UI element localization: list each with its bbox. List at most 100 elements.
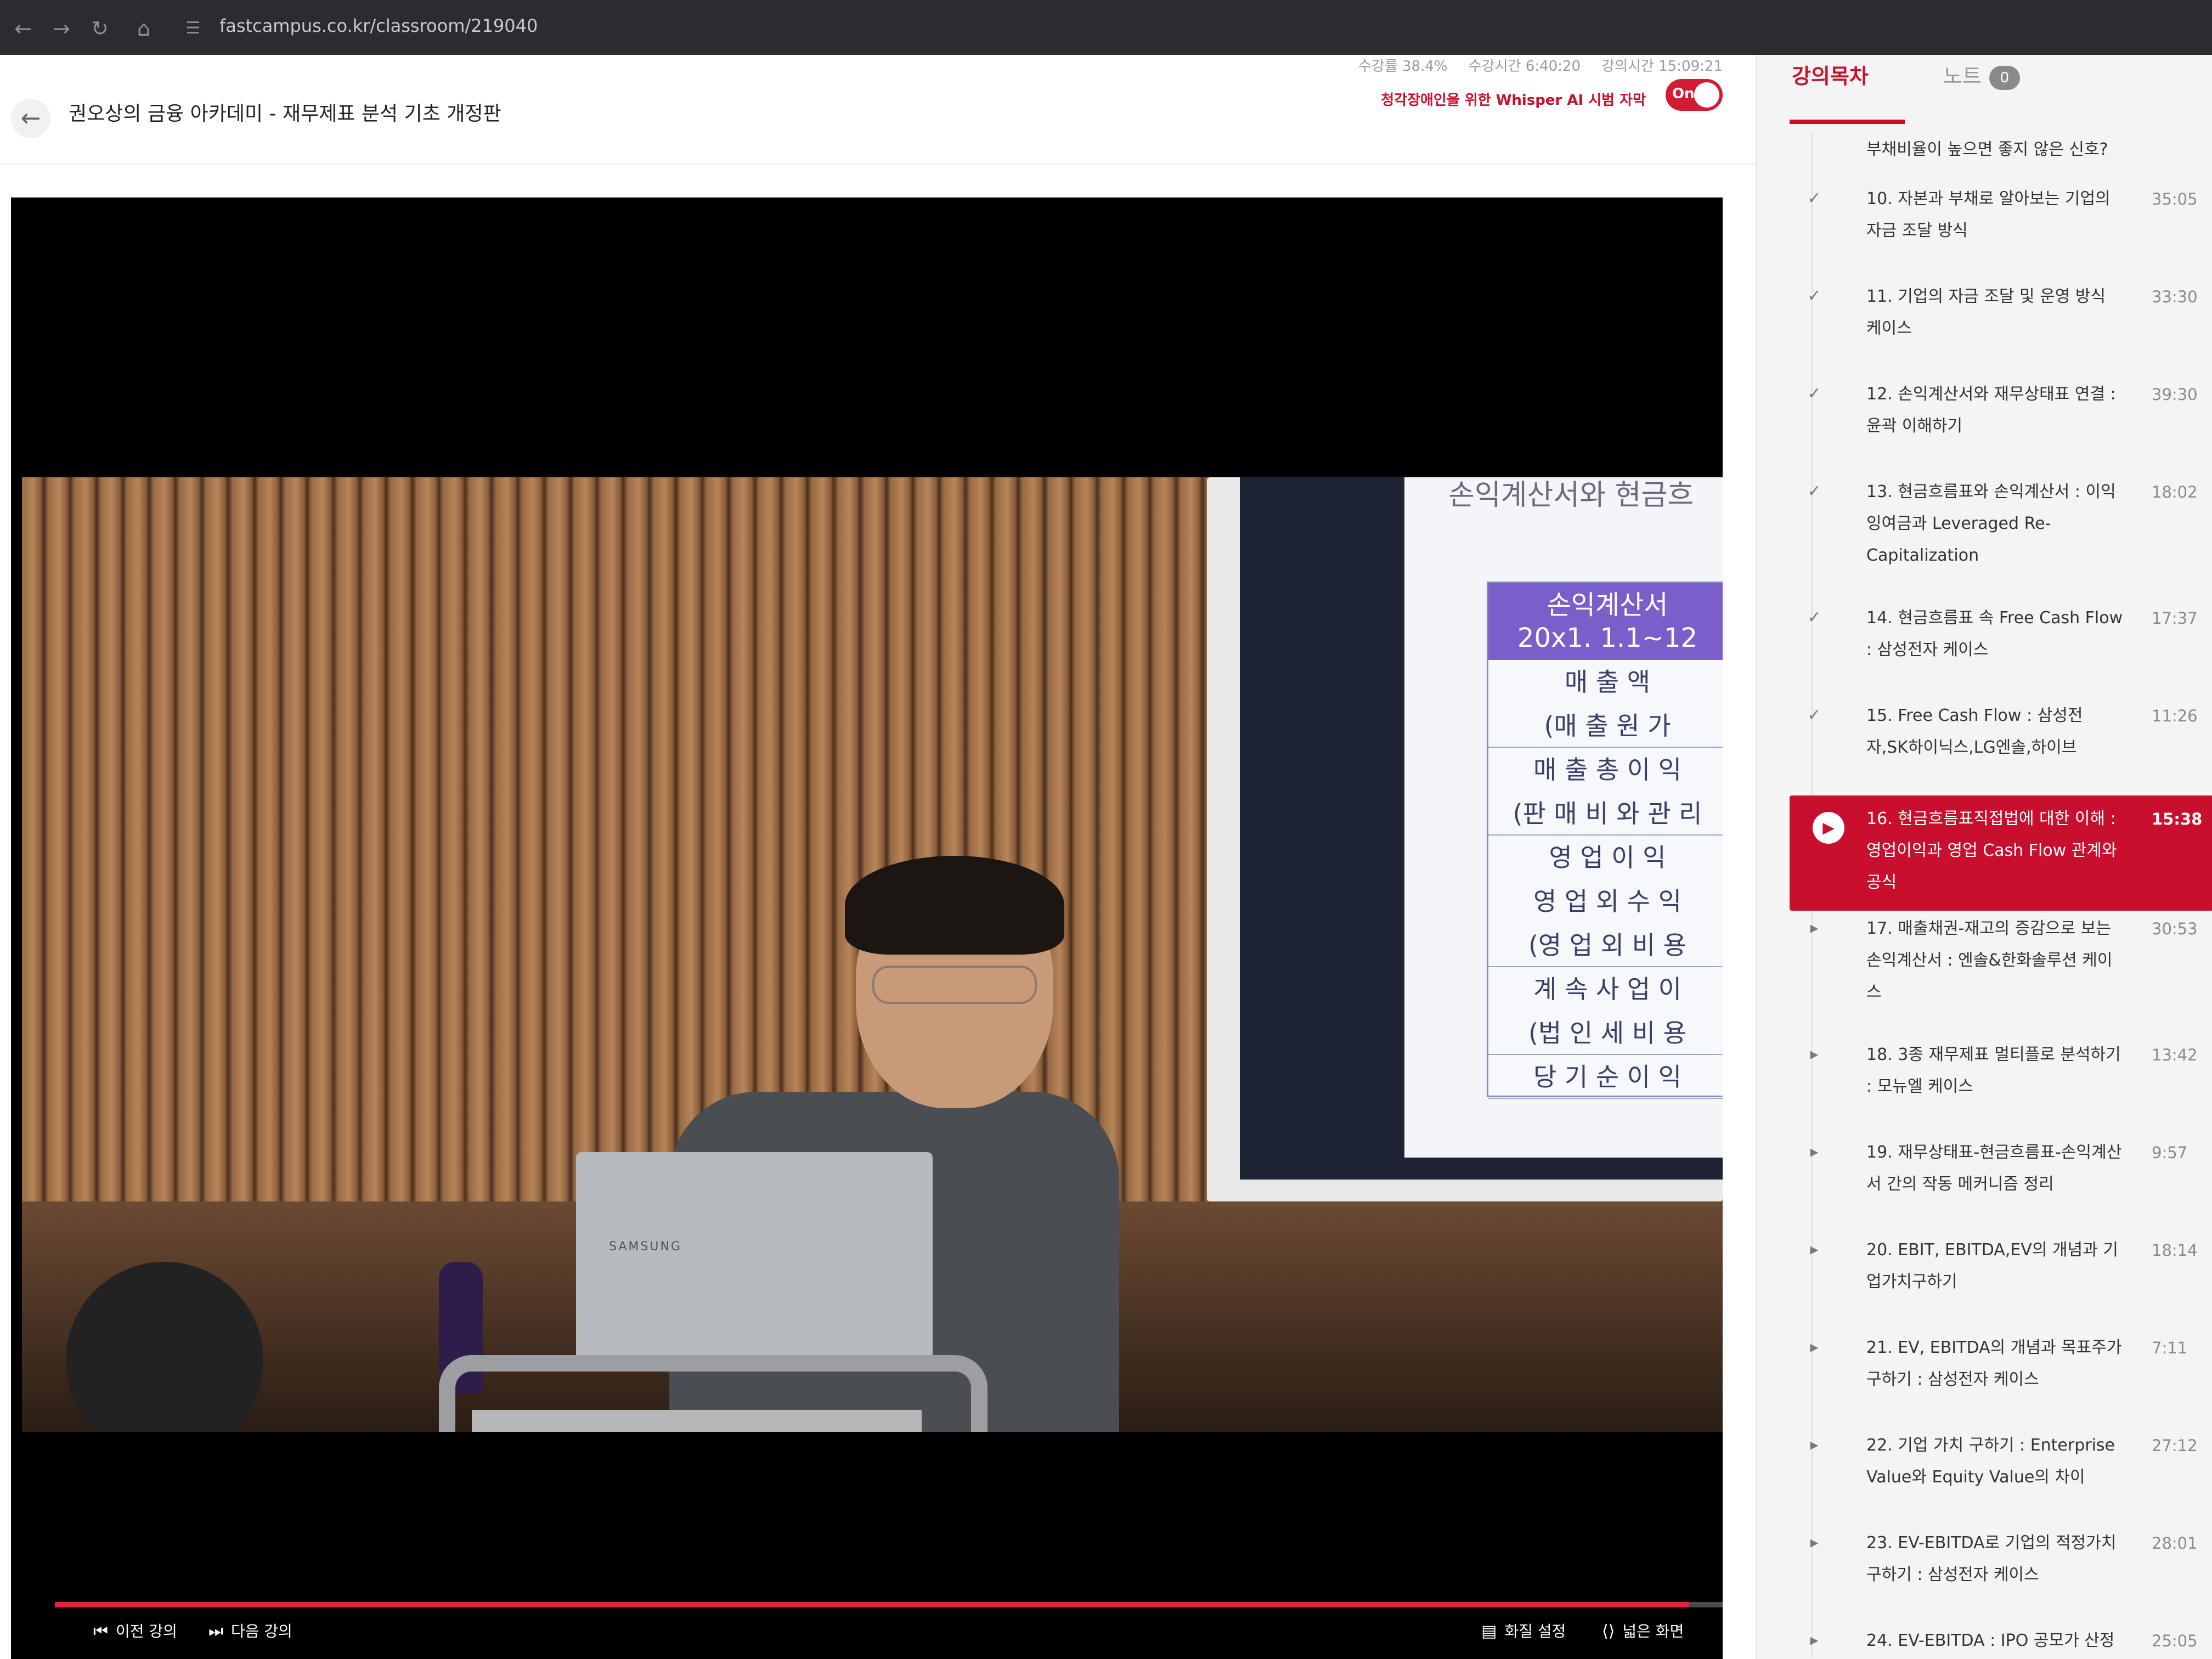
course-stats: 수강률 38.4% 수강시간 6:40:20 강의시간 15:09:21: [1342, 55, 1723, 75]
classroom-app: ← 권오상의 금융 아카데미 - 재무제표 분석 기초 개정판 수강률 38.4…: [0, 55, 2212, 1659]
lesson-item[interactable]: ▸ 18. 3종 재무제표 멀티플로 분석하기 : 모뉴엘 케이스 13:42: [1790, 1037, 2212, 1135]
lesson-duration: 25:05: [2152, 1632, 2198, 1650]
active-tab-indicator: [1790, 120, 1905, 124]
lesson-item[interactable]: ▸ 17. 매출채권-재고의 증감으로 보는 손익계산서 : 엔솔&한화솔루션 케…: [1790, 911, 2212, 1037]
slide-table-header: 손익계산서 20x1. 1.1~12: [1488, 583, 1723, 660]
tab-note-label: 노트: [1943, 64, 1982, 88]
slide-row: (영 업 외 비 용: [1488, 923, 1723, 967]
caption-toggle[interactable]: On: [1666, 79, 1723, 111]
video-progress-fill: [55, 1602, 1690, 1607]
check-icon: ✓: [1807, 384, 1821, 403]
lesson-title: 17. 매출채권-재고의 증감으로 보는 손익계산서 : 엔솔&한화솔루션 케이…: [1866, 919, 2113, 1002]
lesson-item[interactable]: ✓ 10. 자본과 부채로 알아보는 기업의 자금 조달 방식 35:05: [1790, 181, 2212, 279]
lesson-title: 18. 3종 재무제표 멀티플로 분석하기 : 모뉴엘 케이스: [1866, 1045, 2121, 1096]
check-icon: ✓: [1807, 482, 1821, 501]
classroom-header: ← 권오상의 금융 아카데미 - 재무제표 분석 기초 개정판 수강률 38.4…: [0, 55, 1756, 165]
lesson-title: 24. EV-EBITDA : IPO 공모가 산정: [1866, 1631, 2115, 1650]
video-player[interactable]: 손익계산서와 현금흐 손익계산서 20x1. 1.1~12 매 출 액 (매 출 …: [11, 198, 1723, 1659]
lesson-item[interactable]: ▸ 19. 재무상태표-현금흐름표-손익계산서 간의 작동 메커니즘 정리 9:57: [1790, 1135, 2212, 1232]
slide-title: 손익계산서와 현금흐: [1448, 479, 1694, 512]
check-icon: ✓: [1807, 286, 1821, 306]
lesson-item[interactable]: ▸ 23. EV-EBITDA로 기업의 적정가치 구하기 : 삼성전자 케이스 2…: [1790, 1525, 2212, 1623]
lesson-duration: 30:53: [2152, 919, 2198, 938]
back-icon[interactable]: ←: [11, 16, 35, 41]
toggle-knob: [1694, 82, 1719, 108]
home-icon[interactable]: ⌂: [132, 16, 156, 41]
lesson-list: 부채비율이 높으면 좋지 않은 신호? ✓ 10. 자본과 부채로 알아보는 기업의…: [1790, 132, 2212, 1659]
course-title: 권오상의 금융 아카데미 - 재무제표 분석 기초 개정판: [69, 103, 501, 125]
whisper-caption-label: 청각장애인을 위한 Whisper AI 시범 자막: [1381, 92, 1646, 109]
slide-row: 매 출 총 이 익: [1533, 755, 1682, 785]
prev-lecture-label: 이전 강의: [116, 1622, 177, 1640]
stat-progress: 수강률 38.4%: [1358, 58, 1448, 75]
lesson-item[interactable]: ✓ 13. 현금흐름표와 손익계산서 : 이익잉여금과 Leveraged Re-…: [1790, 474, 2212, 600]
play-small-icon: ▸: [1810, 1435, 1819, 1454]
check-icon: ✓: [1807, 189, 1821, 208]
lesson-duration: 28:01: [2152, 1534, 2198, 1553]
lesson-item[interactable]: ✓ 14. 현금흐름표 속 Free Cash Flow : 삼성전자 케이스 17…: [1790, 600, 2212, 698]
lesson-duration: 15:38: [2152, 810, 2203, 828]
lesson-duration: 39:30: [2152, 385, 2198, 404]
toggle-label: On: [1672, 86, 1695, 102]
stat-lecture-time: 강의시간 15:09:21: [1601, 58, 1723, 75]
play-small-icon: ▸: [1810, 1630, 1819, 1650]
slide-header-line2: 20x1. 1.1~12: [1517, 623, 1698, 653]
forward-icon[interactable]: →: [49, 16, 74, 41]
wide-screen-label: 넓은 화면: [1622, 1622, 1684, 1640]
slide-row: 당 기 순 이 익: [1488, 1055, 1723, 1099]
play-small-icon: ▸: [1810, 1240, 1819, 1259]
lesson-duration: 9:57: [2152, 1143, 2188, 1162]
lesson-duration: 27:12: [2152, 1436, 2198, 1455]
video-progress-bar[interactable]: [55, 1602, 1723, 1607]
lesson-title: 22. 기업 가치 구하기 : Enterprise Value와 Equity…: [1866, 1436, 2115, 1487]
quality-settings-button[interactable]: ▤ 화질 설정: [1481, 1620, 1566, 1641]
lesson-sidebar: 강의목차 노트 0 부채비율이 높으면 좋지 않은 신호? ✓ 10. 자본과 부채로…: [1756, 55, 2212, 1659]
lesson-item[interactable]: ▸ 20. EBIT, EBITDA,EV의 개념과 기업가치구하기 18:14: [1790, 1232, 2212, 1330]
lesson-title: 19. 재무상태표-현금흐름표-손익계산서 간의 작동 메커니즘 정리: [1866, 1143, 2122, 1194]
next-lecture-button[interactable]: ⏭ 다음 강의: [208, 1620, 292, 1641]
check-icon: ✓: [1807, 706, 1821, 725]
site-settings-icon[interactable]: ☰: [181, 16, 205, 41]
slide-row: 매 출 액: [1564, 667, 1651, 697]
lesson-item[interactable]: 부채비율이 높으면 좋지 않은 신호?: [1790, 132, 2212, 181]
refresh-icon[interactable]: ↻: [88, 16, 112, 41]
lecturer-glasses: [872, 966, 1037, 1004]
lesson-item[interactable]: ▸ 22. 기업 가치 구하기 : Enterprise Value와 Equit…: [1790, 1427, 2212, 1525]
lesson-title: 11. 기업의 자금 조달 및 운영 방식 케이스: [1866, 287, 2106, 338]
laptop-brand: SAMSUNG: [609, 1240, 682, 1254]
quality-icon: ▤: [1481, 1622, 1497, 1641]
tab-note[interactable]: 노트 0: [1943, 59, 2020, 90]
lesson-item[interactable]: ✓ 12. 손익계산서와 재무상태표 연결 : 윤곽 이해하기 39:30: [1790, 376, 2212, 474]
back-arrow-icon[interactable]: ←: [11, 99, 50, 138]
lesson-title: 21. EV, EBITDA의 개념과 목표주가구하기 : 삼성전자 케이스: [1866, 1338, 2122, 1389]
slide-row: 영 업 외 수 익: [1533, 887, 1682, 916]
stat-watch-time: 수강시간 6:40:20: [1468, 58, 1581, 75]
lesson-item-active[interactable]: ▶ 16. 현금흐름표직접법에 대한 이해 : 영업이익과 영업 Cash Flo…: [1790, 795, 2212, 911]
lecturer-hair: [845, 856, 1064, 955]
wide-screen-button[interactable]: ⟨⟩ 넓은 화면: [1602, 1620, 1684, 1641]
lesson-title: 부채비율이 높으면 좋지 않은 신호?: [1866, 140, 2108, 159]
tab-toc[interactable]: 강의목차: [1792, 59, 1869, 89]
slide-rows: 매 출 액 (매 출 원 가매 출 총 이 익 (판 매 비 와 관 리영 업 이 …: [1488, 660, 1723, 1099]
address-bar[interactable]: fastcampus.co.kr/classroom/219040: [219, 15, 538, 36]
browser-toolbar: ← → ↻ ⌂ ☰ fastcampus.co.kr/classroom/219…: [0, 0, 2212, 55]
laptop: SAMSUNG: [576, 1152, 933, 1361]
lesson-title: 13. 현금흐름표와 손익계산서 : 이익잉여금과 Leveraged Re-C…: [1866, 482, 2116, 565]
slide-row: (매 출 원 가: [1488, 704, 1723, 748]
lesson-duration: 13:42: [2152, 1046, 2198, 1064]
skip-next-icon: ⏭: [208, 1622, 223, 1641]
lesson-item[interactable]: ▸ 24. EV-EBITDA : IPO 공모가 산정 25:05: [1790, 1623, 2212, 1659]
play-small-icon: ▸: [1810, 1142, 1819, 1161]
lesson-item[interactable]: ▸ 21. EV, EBITDA의 개념과 목표주가구하기 : 삼성전자 케이스 7…: [1790, 1330, 2212, 1427]
note-count-badge: 0: [1989, 65, 2020, 90]
video-frame: 손익계산서와 현금흐 손익계산서 20x1. 1.1~12 매 출 액 (매 출 …: [22, 477, 1723, 1432]
lesson-duration: 11:26: [2152, 707, 2198, 725]
lesson-item[interactable]: ✓ 11. 기업의 자금 조달 및 운영 방식 케이스 33:30: [1790, 279, 2212, 376]
play-icon: ▶: [1813, 812, 1844, 844]
lesson-duration: 18:02: [2152, 483, 2198, 501]
lesson-title: 12. 손익계산서와 재무상태표 연결 : 윤곽 이해하기: [1866, 385, 2116, 436]
lesson-duration: 17:37: [2152, 609, 2198, 628]
lesson-item[interactable]: ✓ 15. Free Cash Flow : 삼성전자,SK하이닉스,LG엔솔,하…: [1790, 698, 2212, 795]
prev-lecture-button[interactable]: ⏮ 이전 강의: [93, 1620, 177, 1641]
sidebar-tabs: 강의목차 노트 0: [1757, 55, 2212, 126]
